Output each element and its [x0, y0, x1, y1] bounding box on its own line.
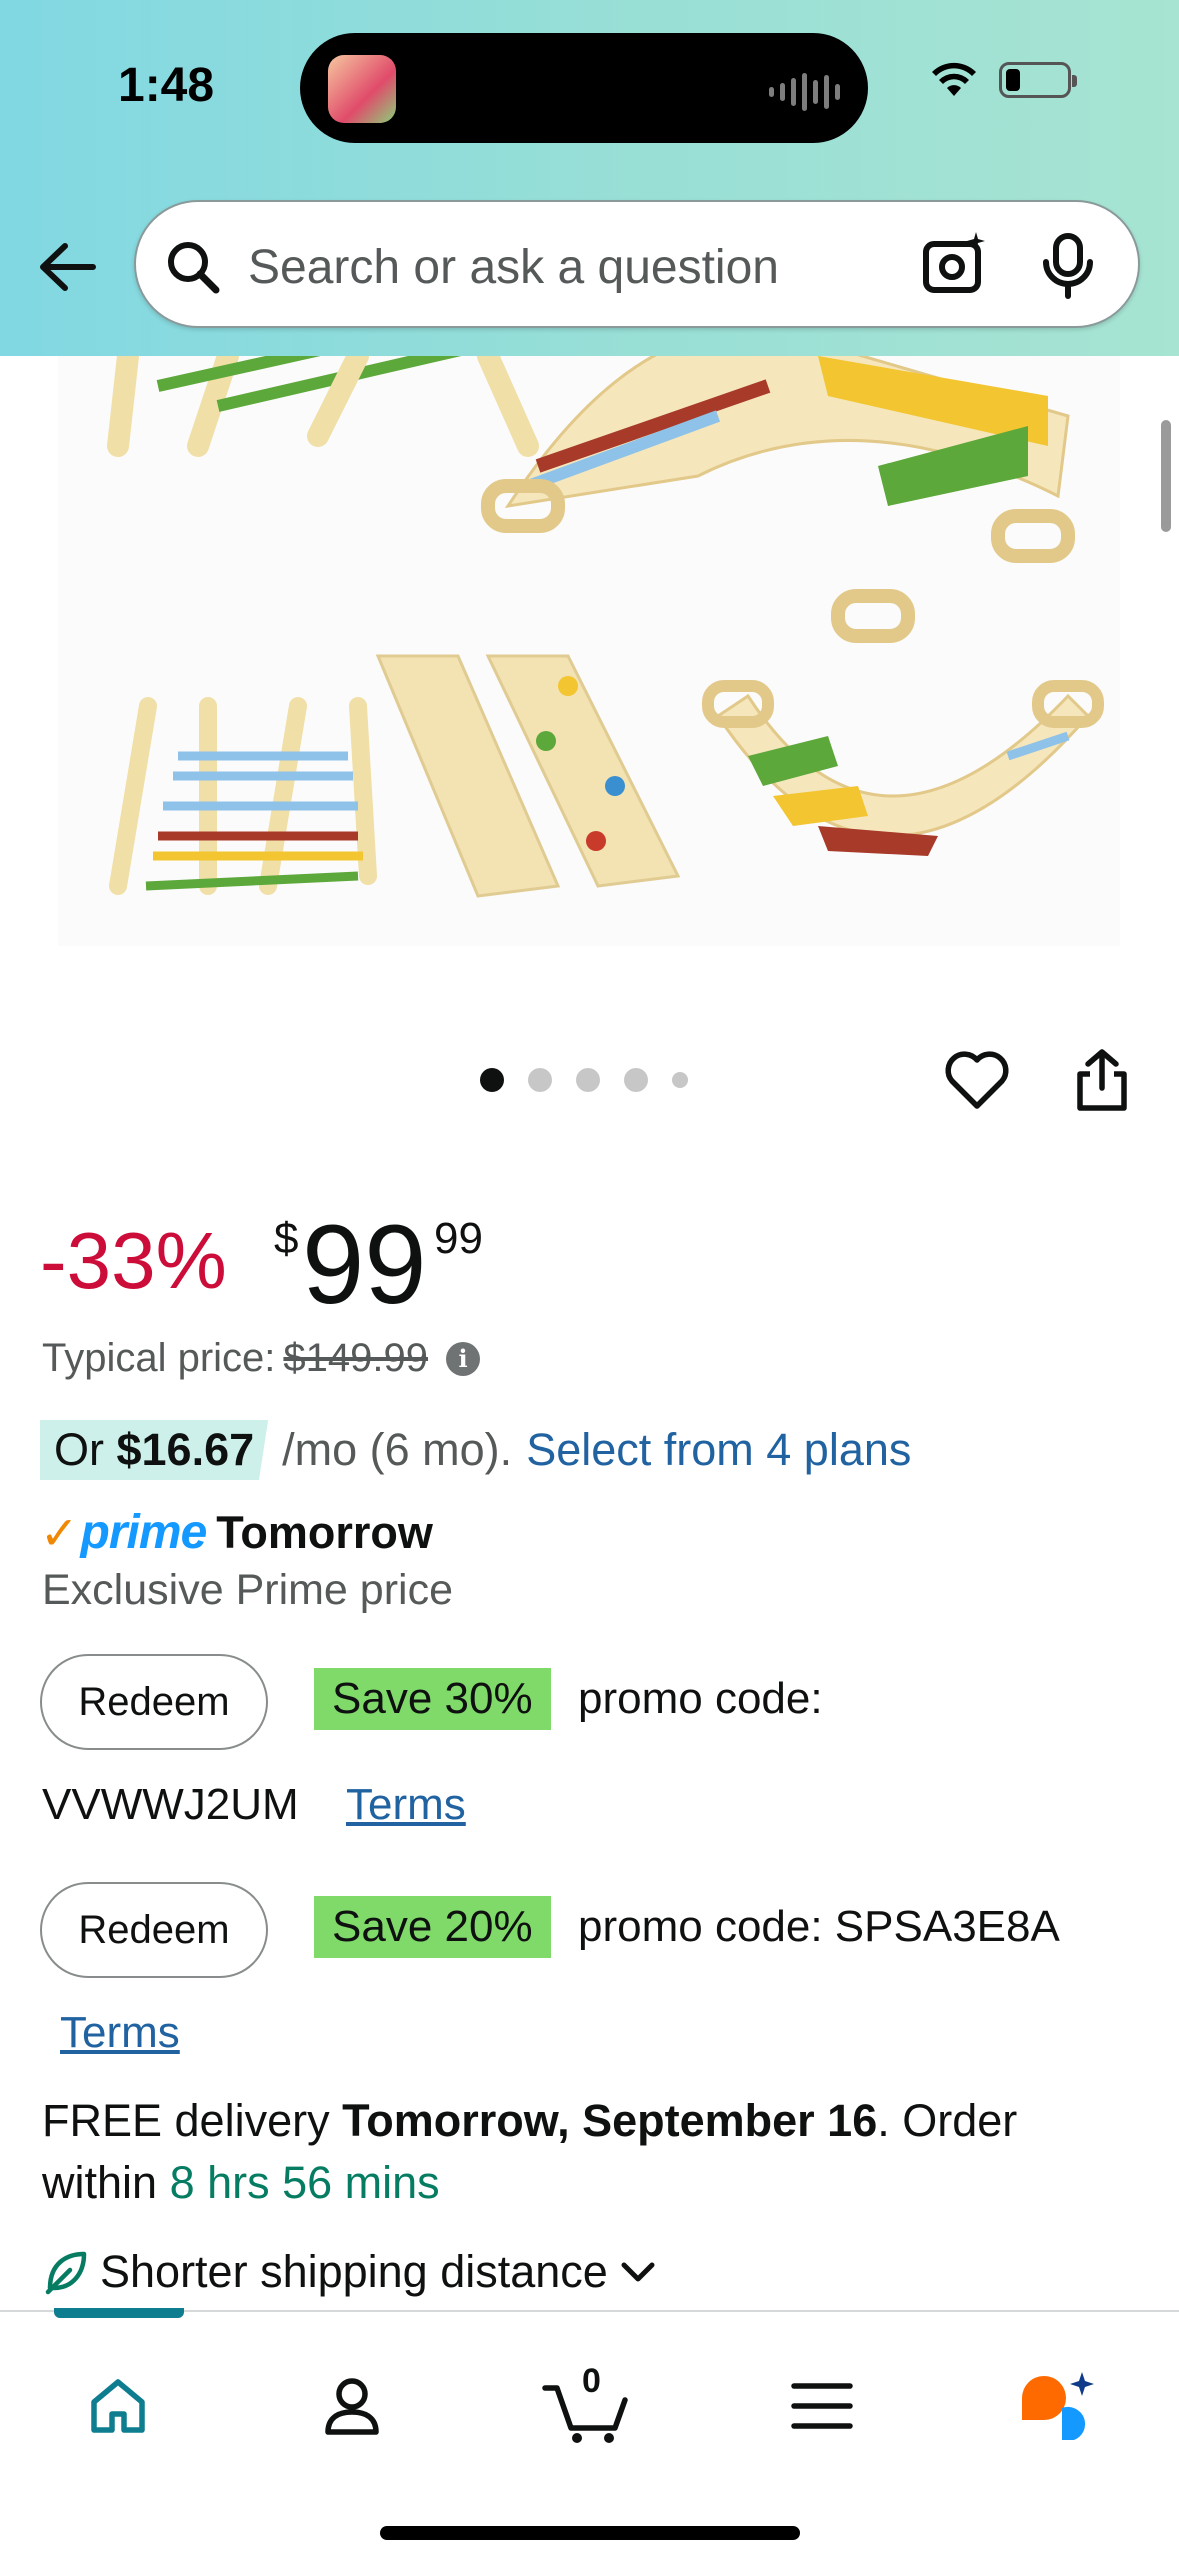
status-time: 1:48 [118, 59, 215, 112]
carousel-dot-active[interactable] [480, 1068, 504, 1092]
rufus-ai-icon [1022, 2372, 1094, 2440]
product-image[interactable] [58, 356, 1120, 946]
price-currency: $ [274, 1214, 299, 1263]
shorter-shipping-toggle[interactable]: Shorter shipping distance [42, 2246, 658, 2298]
price-fraction: 99 [434, 1214, 483, 1263]
camera-search-icon[interactable] [920, 230, 990, 300]
microphone-icon[interactable] [1038, 232, 1098, 300]
prime-delivery-day: Tomorrow [216, 1506, 433, 1558]
promo-code-label: promo code: SPSA3E8A [578, 1902, 1060, 1951]
heart-icon[interactable] [944, 1048, 1010, 1112]
shorter-shipping-label: Shorter shipping distance [100, 2246, 608, 2297]
nav-account[interactable] [302, 2356, 402, 2456]
status-icons [931, 62, 1077, 98]
delivery-date: Tomorrow, September 16 [342, 2095, 878, 2146]
installment-plans-link[interactable]: Select from 4 plans [526, 1424, 911, 1476]
nav-home[interactable] [68, 2356, 168, 2456]
carousel-dot[interactable] [576, 1068, 600, 1092]
live-activity-app-icon [328, 55, 396, 123]
carousel-dot[interactable] [528, 1068, 552, 1092]
image-carousel-dots[interactable] [480, 1068, 688, 1092]
save-badge: Save 20% [314, 1896, 551, 1958]
chevron-down-icon [621, 2262, 655, 2282]
terms-link[interactable]: Terms [346, 1780, 466, 1830]
nav-menu[interactable] [772, 2356, 872, 2456]
page-scroll-indicator[interactable] [1161, 420, 1171, 532]
promo-code-label: promo code: [578, 1674, 823, 1723]
terms-link[interactable]: Terms [60, 2008, 180, 2058]
redeem-button[interactable]: Redeem [40, 1882, 268, 1978]
battery-icon [999, 62, 1077, 98]
installment-prefix: Or [54, 1424, 117, 1475]
redeem-button[interactable]: Redeem [40, 1654, 268, 1750]
bottom-nav: 0 [0, 2308, 1179, 2556]
search-icon [168, 242, 220, 294]
info-icon[interactable]: i [446, 1341, 481, 1376]
nav-rufus[interactable] [1008, 2356, 1108, 2456]
discount-percentage: -33% [40, 1216, 227, 1305]
cart-count: 0 [582, 2362, 601, 2400]
audio-wave-icon [769, 73, 840, 111]
menu-icon [791, 2383, 853, 2429]
back-button[interactable] [32, 232, 102, 302]
nav-cart[interactable]: 0 [536, 2356, 636, 2456]
prime-exclusive-label: Exclusive Prime price [42, 1566, 453, 1614]
typical-price-value: $149.99 [283, 1336, 429, 1380]
top-header: 1:48 Search or ask a question [0, 0, 1179, 356]
search-placeholder: Search or ask a question [248, 241, 779, 294]
installment-period: /mo (6 mo). [282, 1424, 513, 1475]
home-indicator [380, 2526, 800, 2540]
home-icon [91, 2379, 145, 2433]
search-input[interactable]: Search or ask a question [134, 200, 1140, 328]
leaf-icon [45, 2251, 87, 2295]
delivery-prefix: FREE delivery [42, 2095, 343, 2146]
typical-price-label: Typical price: [42, 1336, 276, 1380]
typical-price: Typical price: $149.99 i [42, 1336, 481, 1381]
nav-active-indicator [54, 2308, 184, 2318]
delivery-countdown: 8 hrs 56 mins [169, 2157, 440, 2208]
back-arrow-icon [40, 243, 96, 291]
dynamic-island [300, 33, 868, 143]
prime-check-icon: ✓ [40, 1506, 79, 1559]
installment-row: Or $16.67 /mo (6 mo). Select from 4 plan… [40, 1420, 911, 1480]
price-whole: 99 [302, 1202, 427, 1327]
carousel-dot[interactable] [672, 1072, 688, 1088]
save-badge: Save 30% [314, 1668, 551, 1730]
delivery-info: FREE delivery Tomorrow, September 16. Or… [42, 2090, 1142, 2214]
promo-code-value: VVWWJ2UM [42, 1780, 299, 1829]
installment-badge: Or $16.67 [40, 1420, 269, 1480]
prime-logo: prime [80, 1506, 208, 1559]
share-icon[interactable] [1072, 1048, 1132, 1114]
prime-badge: ✓ prime Tomorrow [40, 1505, 433, 1560]
installment-amount: $16.67 [116, 1424, 255, 1475]
carousel-dot[interactable] [624, 1068, 648, 1092]
person-icon [325, 2378, 379, 2435]
wifi-icon [932, 62, 976, 96]
